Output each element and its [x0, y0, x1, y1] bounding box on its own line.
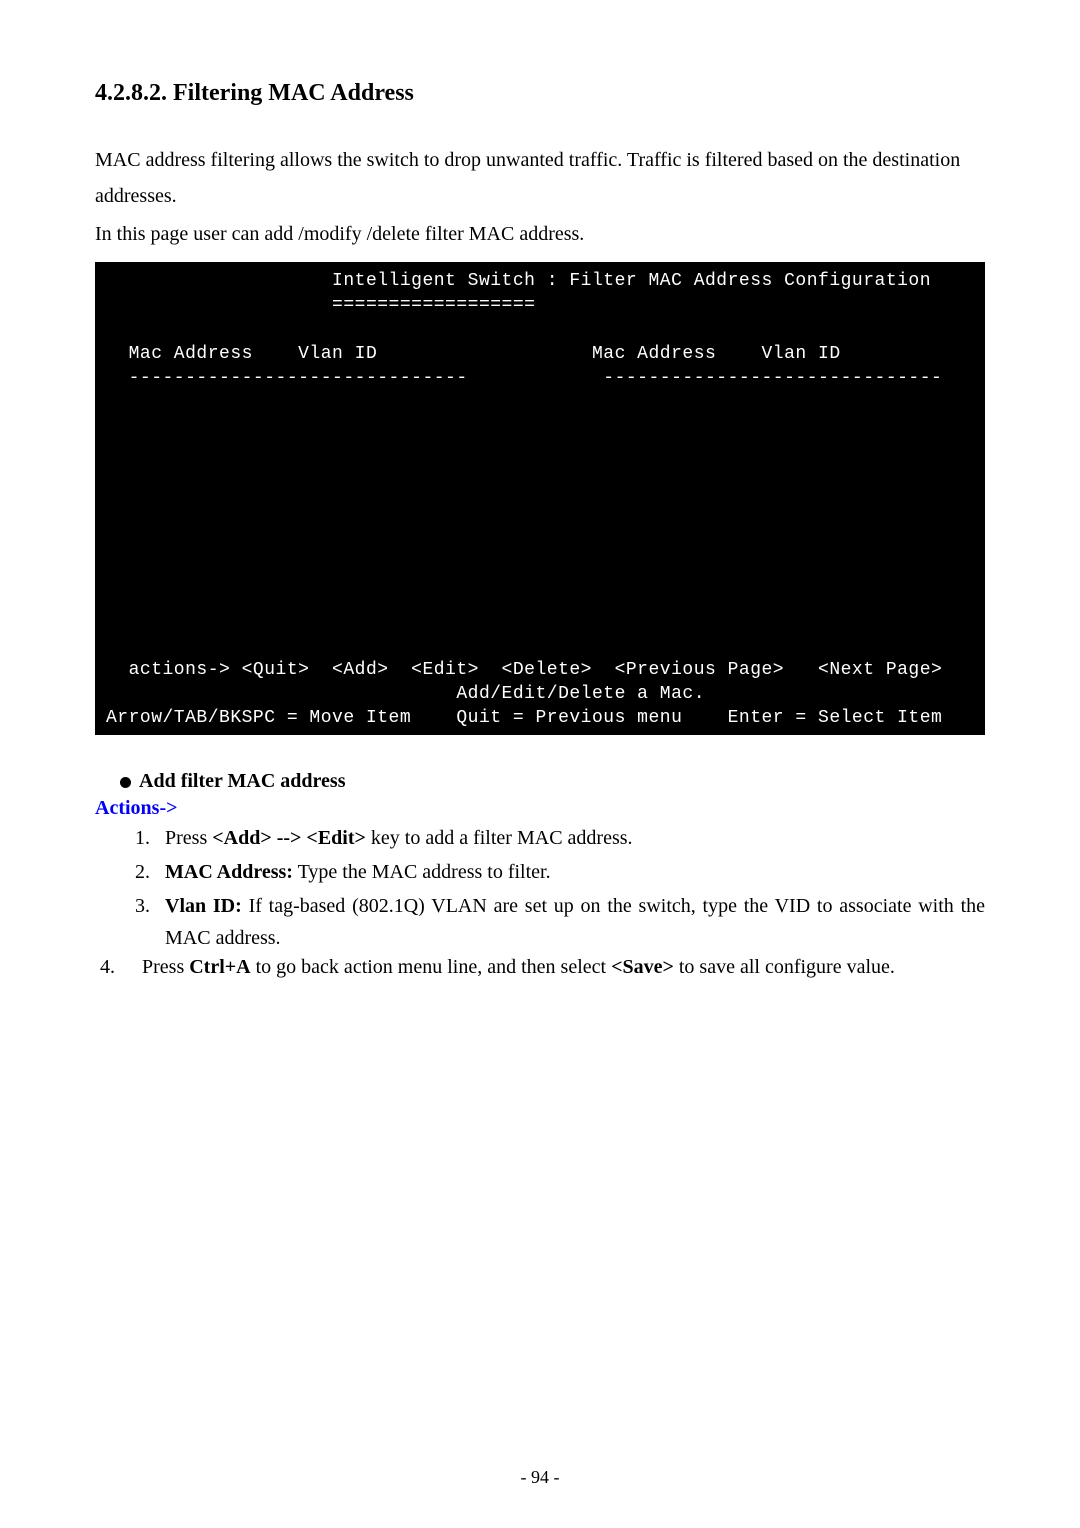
step-1: Press <Add> --> <Edit> key to add a filt…	[155, 822, 985, 854]
step-4: 4.Press Ctrl+A to go back action menu li…	[100, 956, 985, 979]
step-4-key-2: <Save>	[611, 956, 674, 978]
steps-list: Press <Add> --> <Edit> key to add a filt…	[155, 822, 985, 954]
step-4-text-e: to save all configure value.	[674, 956, 895, 978]
actions-label: Actions->	[95, 797, 985, 820]
terminal-screenshot: Intelligent Switch : Filter MAC Address …	[95, 262, 985, 735]
section-heading: 4.2.8.2. Filtering MAC Address	[95, 80, 985, 107]
bullet-title-text: Add filter MAC address	[139, 770, 345, 792]
step-2: MAC Address: Type the MAC address to fil…	[155, 856, 985, 888]
step-1-suffix: key to add a filter MAC address.	[366, 827, 633, 849]
step-4-text-c: to go back action menu line, and then se…	[251, 956, 611, 978]
intro-line-2: In this page user can add /modify /delet…	[95, 216, 985, 252]
step-3-label: Vlan ID:	[165, 895, 242, 917]
bullet-heading: Add filter MAC address	[120, 770, 985, 793]
intro-text-block: MAC address filtering allows the switch …	[95, 142, 985, 252]
step-1-keyword: <Add> --> <Edit>	[212, 827, 366, 849]
step-4-key-1: Ctrl+A	[189, 956, 250, 978]
bullet-icon	[120, 777, 131, 788]
step-4-text-a: Press	[142, 956, 189, 978]
step-2-label: MAC Address:	[165, 861, 293, 883]
page-number: - 94 -	[0, 1467, 1080, 1488]
intro-line-1: MAC address filtering allows the switch …	[95, 142, 985, 214]
step-3: Vlan ID: If tag-based (802.1Q) VLAN are …	[155, 890, 985, 954]
step-3-text: If tag-based (802.1Q) VLAN are set up on…	[165, 895, 985, 949]
step-2-text: Type the MAC address to filter.	[293, 861, 551, 883]
step-1-prefix: Press	[165, 827, 212, 849]
step-4-number: 4.	[100, 956, 142, 979]
